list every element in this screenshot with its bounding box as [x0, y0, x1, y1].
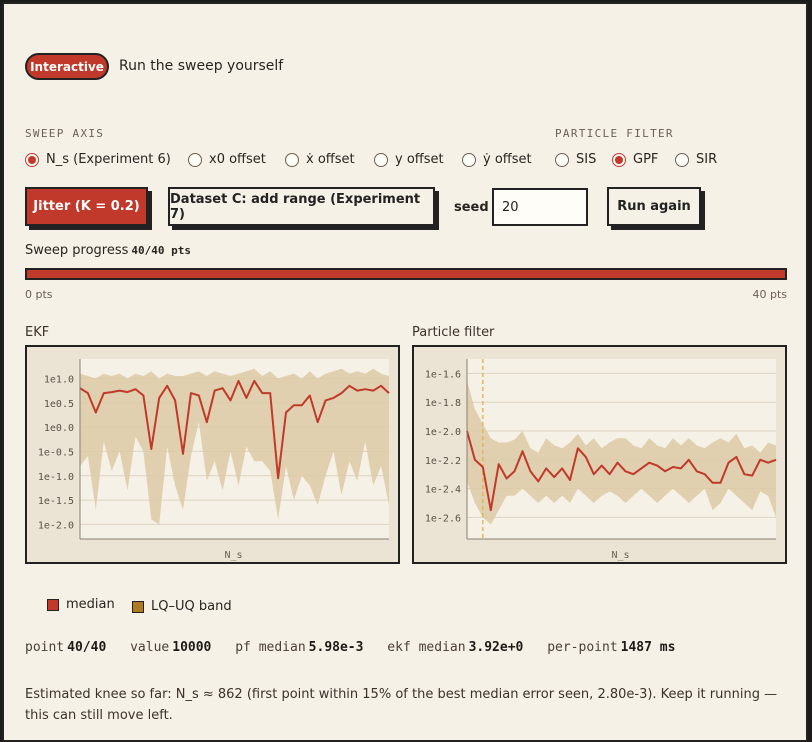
stats-row: point 40/40 value 10000 pf median 5.98e-3 e…	[25, 640, 691, 655]
progress-count: 40/40 pts	[131, 244, 191, 257]
radio-dot[interactable]	[285, 152, 299, 167]
radio-sweep-ydot[interactable]: ẏ offset	[462, 152, 532, 167]
radio-sweep-ns[interactable]: N_s (Experiment 6)	[25, 152, 171, 167]
radio-filter-gpf[interactable]: GPF	[612, 152, 658, 167]
radio-filter-sir[interactable]: SIR	[675, 152, 717, 167]
y-tick-label: 1e0.0	[44, 423, 74, 434]
stat-pf-value: 5.98e-3	[308, 640, 364, 655]
progress-label: Sweep progress 40/40 pts	[25, 243, 191, 258]
radio-label: x0 offset	[209, 152, 266, 167]
radio-filter-sis[interactable]: SIS	[555, 152, 596, 167]
stat-perpoint-value: 1487 ms	[620, 640, 676, 655]
median-swatch	[47, 598, 59, 611]
pf-chart-title: Particle filter	[412, 325, 495, 340]
radio-sweep-y[interactable]: y offset	[374, 152, 444, 167]
ekf-chart: 1e1.0 1e0.5 1e0.0 1e-0.5 1e-1.0 1e-1.5 1e-2.0 N…	[25, 345, 400, 564]
dataset-c-button[interactable]: Dataset C: add range (Experiment 7)	[168, 187, 435, 226]
y-tick-label: 1e-2.0	[38, 520, 74, 531]
pf-chart-svg: 1e-1.6 1e-1.8 1e-2.0 1e-2.2 1e-2.4 1e-2.6 N_s	[425, 359, 777, 561]
radio-dot[interactable]	[462, 152, 476, 167]
progress-bar	[25, 268, 787, 280]
stat-value-value: 10000	[172, 640, 212, 655]
y-tick-label: 1e-1.6	[425, 369, 461, 380]
radio-label: N_s (Experiment 6)	[46, 152, 171, 167]
y-tick-label: 1e-1.0	[38, 472, 74, 483]
radio-label: GPF	[633, 152, 659, 167]
radio-dot[interactable]	[374, 152, 388, 167]
radio-label: ẏ offset	[483, 152, 532, 167]
y-tick-label: 1e-2.6	[425, 513, 461, 524]
panel-title: Run the sweep yourself	[119, 58, 284, 74]
stat-point-label: point	[25, 640, 65, 655]
radio-dot[interactable]	[555, 152, 569, 167]
pf-chart: 1e-1.6 1e-1.8 1e-2.0 1e-2.2 1e-2.4 1e-2.6 N_s	[412, 345, 787, 564]
stat-perpoint-label: per-point	[547, 640, 618, 655]
progress-max-label: 40 pts	[752, 288, 787, 301]
stat-value-label: value	[130, 640, 170, 655]
x-axis-label: N_s	[224, 550, 242, 561]
radio-label: ẋ offset	[306, 152, 355, 167]
progress-min-label: 0 pts	[25, 288, 53, 301]
y-tick-label: 1e-1.5	[38, 496, 74, 507]
seed-input[interactable]	[492, 188, 588, 226]
radio-dot[interactable]	[188, 152, 202, 167]
seed-label: seed	[454, 200, 489, 215]
band-swatch	[132, 600, 144, 613]
stat-point-value: 40/40	[67, 640, 107, 655]
radio-label: SIR	[696, 152, 718, 167]
radio-label: y offset	[395, 152, 444, 167]
y-tick-label: 1e-0.5	[38, 447, 74, 458]
y-tick-label: 1e1.0	[44, 374, 74, 385]
sweep-axis-label: SWEEP AXIS	[25, 127, 105, 140]
ekf-chart-title: EKF	[25, 325, 50, 340]
interactive-badge: Interactive	[25, 53, 109, 80]
progress-fill	[27, 270, 785, 278]
y-tick-label: 1e0.5	[44, 399, 74, 410]
legend-median-label: median	[66, 597, 115, 612]
legend-band: LQ–UQ band	[132, 599, 232, 614]
legend-band-label: LQ–UQ band	[151, 599, 232, 614]
radio-sweep-xdot[interactable]: ẋ offset	[285, 152, 355, 167]
y-tick-label: 1e-2.2	[425, 456, 461, 467]
x-axis-label: N_s	[611, 550, 629, 561]
y-tick-label: 1e-1.8	[425, 398, 461, 409]
stat-ekf-label: ekf median	[387, 640, 466, 655]
legend-median: median	[47, 597, 115, 612]
y-tick-label: 1e-2.0	[425, 427, 461, 438]
radio-label: SIS	[576, 152, 597, 167]
radio-dot[interactable]	[612, 152, 626, 167]
radio-dot[interactable]	[675, 152, 689, 167]
radio-sweep-x0[interactable]: x0 offset	[188, 152, 266, 167]
run-again-button[interactable]: Run again	[607, 187, 701, 226]
stat-pf-label: pf median	[235, 640, 306, 655]
progress-title: Sweep progress	[25, 243, 129, 258]
radio-dot[interactable]	[25, 152, 39, 167]
knee-note: Estimated knee so far: N_s ≈ 862 (first …	[25, 687, 778, 723]
particle-filter-label: PARTICLE FILTER	[555, 127, 674, 140]
ekf-chart-svg: 1e1.0 1e0.5 1e0.0 1e-0.5 1e-1.0 1e-1.5 1e-2.0 N…	[38, 359, 390, 561]
y-tick-label: 1e-2.4	[425, 485, 461, 496]
stat-ekf-value: 3.92e+0	[468, 640, 524, 655]
jitter-button[interactable]: Jitter (K = 0.2)	[25, 187, 148, 226]
